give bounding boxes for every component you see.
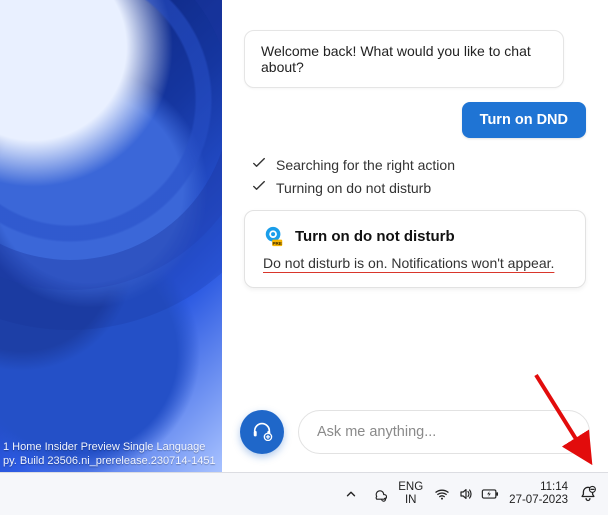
headset-plus-icon	[251, 419, 273, 446]
network-volume-battery-cluster[interactable]	[433, 485, 499, 503]
battery-charging-icon	[481, 485, 499, 503]
language-region: IN	[398, 494, 423, 507]
user-message: Turn on DND	[462, 102, 586, 138]
chat-message-list: Welcome back! What would you like to cha…	[222, 0, 608, 400]
taskbar: ENG IN	[0, 472, 608, 515]
watermark-line-1: 1 Home Insider Preview Single Language	[3, 440, 216, 454]
status-text: Searching for the right action	[276, 157, 455, 173]
language-indicator[interactable]: ENG IN	[398, 481, 423, 507]
chat-input-row	[222, 400, 608, 472]
clock-date[interactable]: 11:14 27-07-2023	[509, 481, 568, 507]
status-line: Turning on do not disturb	[252, 179, 586, 196]
watermark-line-2: py. Build 23506.ni_prerelease.230714-145…	[3, 454, 216, 468]
tray-overflow-chevron-icon[interactable]	[342, 485, 360, 503]
settings-suggestion-icon: PRE	[263, 225, 285, 247]
copilot-chat-panel: Welcome back! What would you like to cha…	[222, 0, 608, 472]
wifi-icon	[433, 485, 451, 503]
status-text: Turning on do not disturb	[276, 180, 431, 196]
user-message-text: Turn on DND	[480, 112, 568, 128]
chat-input-container[interactable]	[298, 410, 590, 454]
bot-message-text: Welcome back! What would you like to cha…	[261, 43, 531, 75]
check-icon	[252, 179, 266, 196]
desktop-wallpaper: 1 Home Insider Preview Single Language p…	[0, 0, 222, 472]
clock-date-text: 27-07-2023	[509, 494, 568, 507]
system-tray: ENG IN	[342, 481, 598, 507]
status-line: Searching for the right action	[252, 156, 586, 173]
new-topic-button[interactable]	[240, 410, 284, 454]
onedrive-sync-icon[interactable]	[370, 485, 388, 503]
volume-icon	[457, 485, 475, 503]
check-icon	[252, 156, 266, 173]
language-code: ENG	[398, 481, 423, 494]
notification-dnd-icon[interactable]	[578, 485, 598, 503]
action-result-card: PRE Turn on do not disturb Do not distur…	[244, 210, 586, 288]
chat-input[interactable]	[317, 424, 571, 440]
result-title: Turn on do not disturb	[295, 228, 455, 245]
bot-message: Welcome back! What would you like to cha…	[244, 30, 564, 88]
result-description: Do not disturb is on. Notifications won'…	[263, 255, 567, 271]
clock-time: 11:14	[509, 481, 568, 494]
svg-text:PRE: PRE	[272, 241, 281, 246]
windows-build-watermark: 1 Home Insider Preview Single Language p…	[3, 440, 216, 468]
